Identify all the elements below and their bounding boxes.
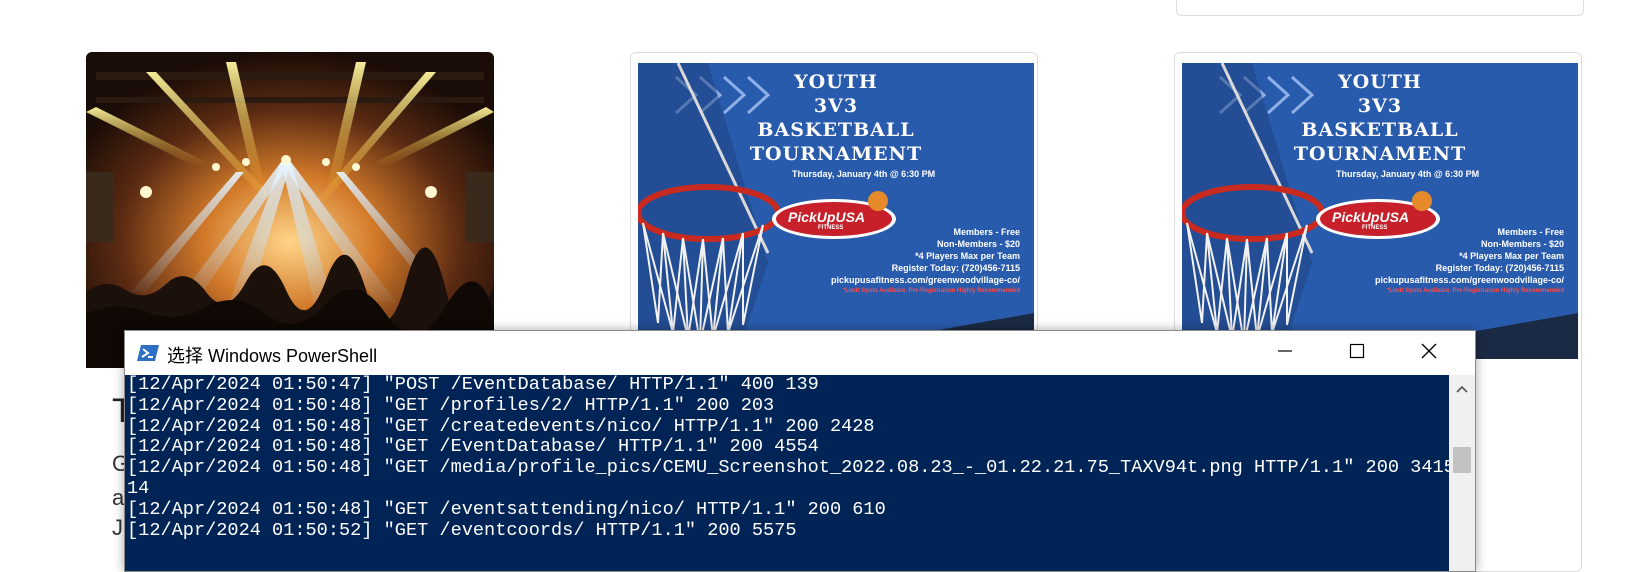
poster-detail: Non-Members - $20 <box>936 239 1020 249</box>
poster-title-line: TOURNAMENT <box>749 143 923 165</box>
top-card-partial <box>1176 0 1584 16</box>
card-text-line: a <box>112 485 125 510</box>
poster-detail: Non-Members - $20 <box>1480 239 1564 249</box>
poster-detail: *4 Players Max per Team <box>915 251 1020 261</box>
console-line: [12/Apr/2024 01:50:48] "GET /eventsatten… <box>127 498 886 520</box>
scroll-up-button[interactable] <box>1449 375 1475 405</box>
console-line: [12/Apr/2024 01:50:47] "POST /EventDatab… <box>127 375 819 395</box>
console-line: [12/Apr/2024 01:50:52] "GET /eventcoords… <box>127 519 797 541</box>
console-line: 14 <box>127 477 150 499</box>
minimize-icon <box>1277 343 1293 364</box>
poster-logo: PickUpUSA <box>788 209 866 225</box>
poster-logo: PickUpUSA <box>1332 209 1410 225</box>
poster-detail: Register Today: (720)456-7115 <box>1435 263 1564 273</box>
scroll-up-icon <box>1455 381 1469 399</box>
basketball-poster-image[interactable]: YOUTH 3V3 BASKETBALL TOURNAMENT Thursday… <box>1182 63 1578 359</box>
poster-date: Thursday, January 4th @ 6:30 PM <box>1336 169 1480 179</box>
poster-logo-sub: FITNESS <box>818 225 844 231</box>
poster-title-line: YOUTH <box>794 71 878 93</box>
minimize-button[interactable] <box>1249 331 1321 375</box>
window-title: 选择 Windows PowerShell <box>167 346 378 366</box>
poster-logo-sub: FITNESS <box>1362 225 1388 231</box>
powershell-window[interactable]: 选择 Windows PowerShell [12/Apr/2024 01:50… <box>124 330 1476 572</box>
poster-title-line: BASKETBALL <box>757 119 915 141</box>
poster-detail: *4 Players Max per Team <box>1459 251 1564 261</box>
concert-image[interactable] <box>86 52 494 368</box>
poster-title-line: BASKETBALL <box>1301 119 1459 141</box>
poster-detail: Members - Free <box>1497 227 1564 237</box>
close-icon <box>1420 342 1438 365</box>
poster-warning: *Limit Spots Available. Pre-Registration… <box>1386 288 1564 294</box>
maximize-button[interactable] <box>1321 331 1393 375</box>
basketball-poster-image[interactable]: YOUTH 3V3 BASKETBALL TOURNAMENT Thursday… <box>638 63 1034 369</box>
poster-title-line: TOURNAMENT <box>1293 143 1467 165</box>
poster-title-line: 3V3 <box>813 95 859 117</box>
maximize-icon <box>1349 343 1365 364</box>
poster-detail: Register Today: (720)456-7115 <box>891 263 1020 273</box>
poster-warning: *Limit Spots Available. Pre-Registration… <box>842 288 1020 294</box>
vertical-scrollbar[interactable] <box>1449 375 1475 571</box>
console-output[interactable]: [12/Apr/2024 01:50:47] "POST /EventDatab… <box>125 375 1449 571</box>
poster-date: Thursday, January 4th @ 6:30 PM <box>792 169 936 179</box>
console-line: [12/Apr/2024 01:50:48] "GET /createdeven… <box>127 415 875 437</box>
scrollbar-thumb[interactable] <box>1453 447 1471 473</box>
title-bar[interactable]: 选择 Windows PowerShell <box>125 331 1475 375</box>
powershell-app-icon <box>137 343 159 363</box>
console-line: [12/Apr/2024 01:50:48] "GET /media/profi… <box>127 457 1449 479</box>
poster-title-line: 3V3 <box>1357 95 1403 117</box>
console-line: [12/Apr/2024 01:50:48] "GET /EventDataba… <box>127 436 819 458</box>
console-line: [12/Apr/2024 01:50:48] "GET /profiles/2/… <box>127 394 775 416</box>
poster-detail: pickupusafitness.com/greenwoodvillage-co… <box>830 275 1020 285</box>
poster-detail: Members - Free <box>953 227 1020 237</box>
poster-detail: pickupusafitness.com/greenwoodvillage-co… <box>1374 275 1564 285</box>
poster-title-line: YOUTH <box>1338 71 1422 93</box>
close-button[interactable] <box>1393 331 1465 375</box>
